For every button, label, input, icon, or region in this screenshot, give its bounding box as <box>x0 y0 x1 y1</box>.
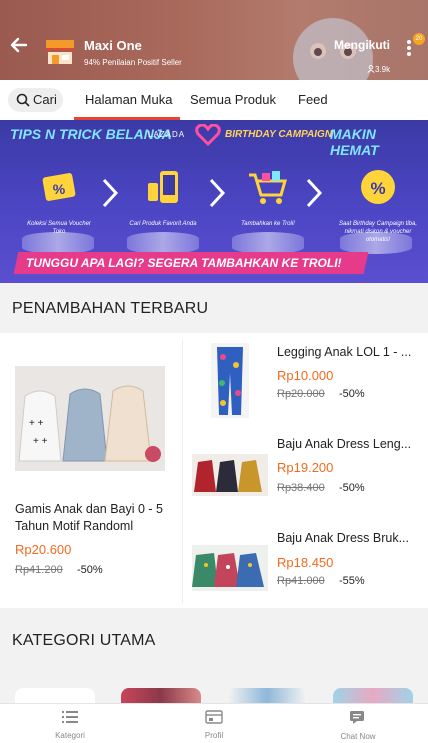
promo-banner[interactable]: TIPS N TRICK BELANJA LAZADA BIRTHDAY CAM… <box>0 120 428 283</box>
featured-product-old-price: Rp41.200 <box>15 564 63 576</box>
discount-badge-icon: % <box>361 170 395 204</box>
new-items-panel: + + + + Gamis Anak dan Bayi 0 - 5 Tahun … <box>0 333 428 608</box>
product-image <box>192 545 268 591</box>
featured-product-image: + + + + <box>15 366 165 471</box>
heart-logo-icon <box>195 124 221 146</box>
product-discount: -50% <box>339 482 365 494</box>
banner-headline-right: MAKIN HEMAT <box>330 126 379 158</box>
more-options-icon[interactable] <box>406 38 412 58</box>
pedestal-3 <box>232 232 304 254</box>
voucher-icon: % <box>42 173 76 201</box>
product-old-price: Rp38.400 <box>277 482 325 494</box>
svg-text:+ +: + + <box>33 436 48 447</box>
product-discount: -55% <box>339 575 365 587</box>
shop-name: Maxi One <box>84 38 142 53</box>
banner-step-voucher: % Koleksi Semua Voucher Toko <box>24 165 94 236</box>
person-icon <box>367 65 375 73</box>
back-arrow-icon[interactable] <box>8 34 30 56</box>
featured-product-discount: -50% <box>77 564 103 576</box>
banner-step-discount: % Saat Birthday Campaign tiba, nikmati d… <box>336 165 420 244</box>
step-4-caption: Saat Birthday Campaign tiba, nikmati dis… <box>338 221 418 243</box>
featured-product-name: Gamis Anak dan Bayi 0 - 5 Tahun Motif Ra… <box>15 502 163 533</box>
chat-icon <box>350 711 364 724</box>
featured-product-price: Rp20.600 <box>15 542 72 557</box>
tab-feed[interactable]: Feed <box>298 92 328 107</box>
followers-value: 3.9k <box>375 65 391 74</box>
product-name: Baju Anak Dress Leng... <box>277 437 412 451</box>
product-image <box>192 454 268 496</box>
shop-header: Maxi One 94% Penilaian Positif Seller Me… <box>0 0 428 80</box>
product-name: Legging Anak LOL 1 - ... <box>277 345 412 359</box>
nav-profile-label: Profil <box>204 731 224 740</box>
chevron-right-icon <box>209 178 226 208</box>
pedestal-2 <box>127 232 199 254</box>
nav-profile[interactable]: Profil <box>174 710 254 740</box>
product-discount: -50% <box>339 388 365 400</box>
tab-all-products[interactable]: Semua Produk <box>190 92 276 107</box>
new-items-title: PENAMBAHAN TERBARU <box>12 300 209 317</box>
chevron-right-icon <box>306 178 323 208</box>
banner-campaign: BIRTHDAY CAMPAIGN <box>225 129 333 140</box>
nav-categories-label: Kategori <box>55 731 85 740</box>
product-image <box>211 343 249 418</box>
banner-brand: LAZADA <box>148 130 186 139</box>
shop-store-icon <box>46 40 74 64</box>
follow-button[interactable]: Mengikuti <box>334 38 390 52</box>
shopping-cart-icon <box>249 171 287 204</box>
shop-tab-bar: Cari Halaman Muka Semua Produk Feed <box>0 80 428 120</box>
nav-chat-label: Chat Now <box>340 732 376 741</box>
search-label: Cari <box>33 92 57 107</box>
step-1-caption: Koleksi Semua Voucher Toko <box>27 221 91 235</box>
categories-title: KATEGORI UTAMA <box>12 632 156 649</box>
product-price: Rp19.200 <box>277 460 334 475</box>
chevron-right-icon <box>102 178 119 208</box>
step-3-caption: Tambahkan ke Troli! <box>241 221 295 227</box>
bottom-navigation: Kategori Profil Chat Now <box>0 703 428 743</box>
product-price: Rp18.450 <box>277 555 334 570</box>
product-old-price: Rp41.000 <box>277 575 325 587</box>
product-name: Baju Anak Dress Bruk... <box>277 531 410 545</box>
dresses-image: + + + + <box>15 366 165 471</box>
nav-chat[interactable]: Chat Now <box>318 710 398 741</box>
phone-product-icon <box>148 171 178 203</box>
followers-count: 3.9k <box>367 65 390 74</box>
step-2-caption: Cari Produk Favorit Anda <box>129 221 197 227</box>
search-icon <box>16 93 30 107</box>
svg-text:+ +: + + <box>29 418 44 429</box>
nav-categories[interactable]: Kategori <box>30 710 110 740</box>
svg-text:%: % <box>53 181 66 197</box>
search-button[interactable]: Cari <box>8 88 63 112</box>
column-divider <box>182 339 183 603</box>
banner-cta-text: TUNGGU APA LAGI? SEGERA TAMBAHKAN KE TRO… <box>26 256 342 270</box>
shop-rating: 94% Penilaian Positif Seller <box>84 58 182 67</box>
banner-step-cart: Tambahkan ke Troli! <box>233 165 303 228</box>
product-price: Rp10.000 <box>277 368 334 383</box>
tab-home[interactable]: Halaman Muka <box>85 92 172 107</box>
follow-count-badge: 20 <box>413 33 425 45</box>
store-profile-icon <box>205 710 223 724</box>
svg-text:%: % <box>370 179 385 198</box>
banner-step-search: Cari Produk Favorit Anda <box>128 165 198 228</box>
product-old-price: Rp20.000 <box>277 388 325 400</box>
list-icon <box>62 711 78 723</box>
